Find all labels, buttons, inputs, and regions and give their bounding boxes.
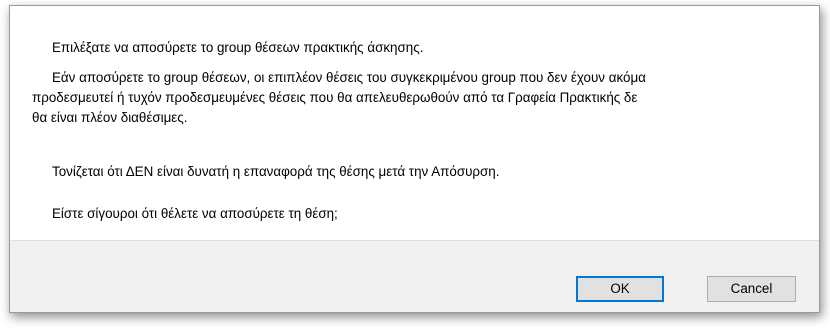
message-confirm-question: Είστε σίγουροι ότι θέλετε να αποσύρετε τ… [52,206,338,221]
dialog-button-bar: OK Cancel [10,240,819,312]
message-warning-line-3: θα είναι πλέον διαθέσιμες. [32,110,188,125]
dialog-message-area: Επιλέξατε να αποσύρετε το group θέσεων π… [10,6,819,240]
message-warning-line-2: προδεσμευτεί ή τυχόν προδεσμευμένες θέσε… [32,90,638,105]
message-warning-line-1: Εάν αποσύρετε το group θέσεων, οι επιπλέ… [52,70,646,85]
message-intro: Επιλέξατε να αποσύρετε το group θέσεων π… [52,40,424,55]
ok-button[interactable]: OK [576,276,664,302]
screen: Επιλέξατε να αποσύρετε το group θέσεων π… [0,0,830,328]
confirm-dialog: Επιλέξατε να αποσύρετε το group θέσεων π… [9,5,820,313]
message-no-undo: Τονίζεται ότι ΔΕΝ είναι δυνατή η επαναφο… [52,164,500,179]
cancel-button[interactable]: Cancel [707,276,796,302]
